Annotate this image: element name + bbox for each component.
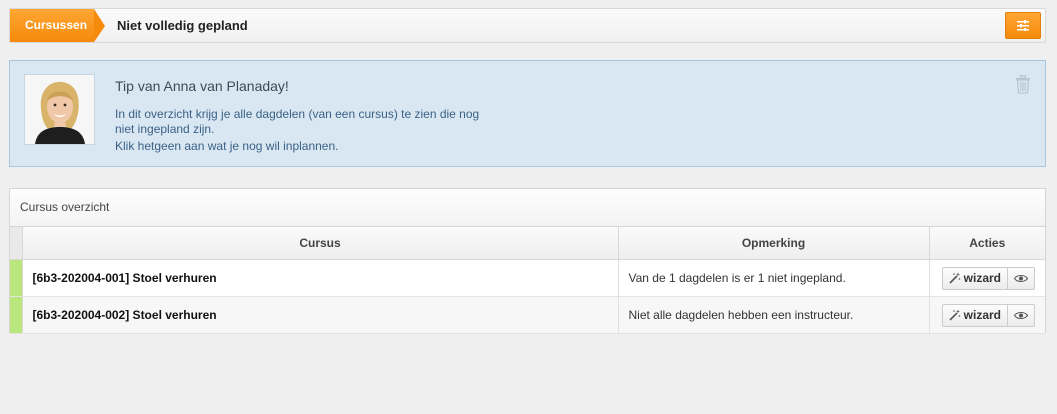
column-header-opmerking[interactable]: Opmerking xyxy=(618,227,930,260)
column-header-acties: Acties xyxy=(929,227,1045,260)
magic-wand-icon xyxy=(949,309,960,321)
course-overview-panel: Cursus overzicht Cursus Opmerking Acties… xyxy=(9,188,1046,334)
remark-cell: Niet alle dagdelen hebben een instructeu… xyxy=(618,296,930,334)
wizard-button[interactable]: wizard xyxy=(941,266,1008,290)
tip-text-line: Klik hetgeen aan wat je nog wil inplanne… xyxy=(115,139,339,153)
wizard-button[interactable]: wizard xyxy=(941,303,1008,327)
table-row[interactable]: [6b3-202004-002] Stoel verhuren Niet all… xyxy=(10,296,1045,334)
avatar xyxy=(24,74,95,145)
breadcrumb-arrow xyxy=(94,9,105,42)
status-indicator xyxy=(10,296,23,334)
sliders-icon xyxy=(1017,20,1029,31)
trash-icon[interactable] xyxy=(1015,74,1031,97)
course-table: Cursus Opmerking Acties [6b3-202004-001]… xyxy=(10,227,1045,334)
wizard-label: wizard xyxy=(963,308,1001,322)
status-column-header xyxy=(10,227,23,260)
actions-cell: wizard xyxy=(929,296,1045,334)
actions-cell: wizard xyxy=(929,259,1045,297)
wizard-label: wizard xyxy=(963,271,1001,285)
magic-wand-icon xyxy=(949,272,960,284)
course-cell[interactable]: [6b3-202004-001] Stoel verhuren xyxy=(22,259,619,297)
eye-icon xyxy=(1014,274,1028,282)
course-cell[interactable]: [6b3-202004-002] Stoel verhuren xyxy=(22,296,619,334)
breadcrumb-cursussen[interactable]: Cursussen xyxy=(10,9,94,42)
view-button[interactable] xyxy=(1008,266,1035,290)
tip-title: Tip van Anna van Planaday! xyxy=(115,78,289,94)
breadcrumb-current: Niet volledig gepland xyxy=(117,18,248,33)
tip-text-line: niet ingepland zijn. xyxy=(115,122,215,136)
eye-icon xyxy=(1014,311,1028,319)
breadcrumb-bar: Cursussen Niet volledig gepland xyxy=(9,8,1046,43)
column-header-cursus[interactable]: Cursus xyxy=(22,227,619,260)
settings-button[interactable] xyxy=(1005,12,1041,39)
remark-cell: Van de 1 dagdelen is er 1 niet ingepland… xyxy=(618,259,930,297)
tip-panel: Tip van Anna van Planaday! In dit overzi… xyxy=(9,60,1046,167)
panel-title: Cursus overzicht xyxy=(10,189,1045,227)
tip-text-line: In dit overzicht krijg je alle dagdelen … xyxy=(115,107,480,121)
table-row[interactable]: [6b3-202004-001] Stoel verhuren Van de 1… xyxy=(10,259,1045,297)
status-indicator xyxy=(10,259,23,297)
view-button[interactable] xyxy=(1008,303,1035,327)
